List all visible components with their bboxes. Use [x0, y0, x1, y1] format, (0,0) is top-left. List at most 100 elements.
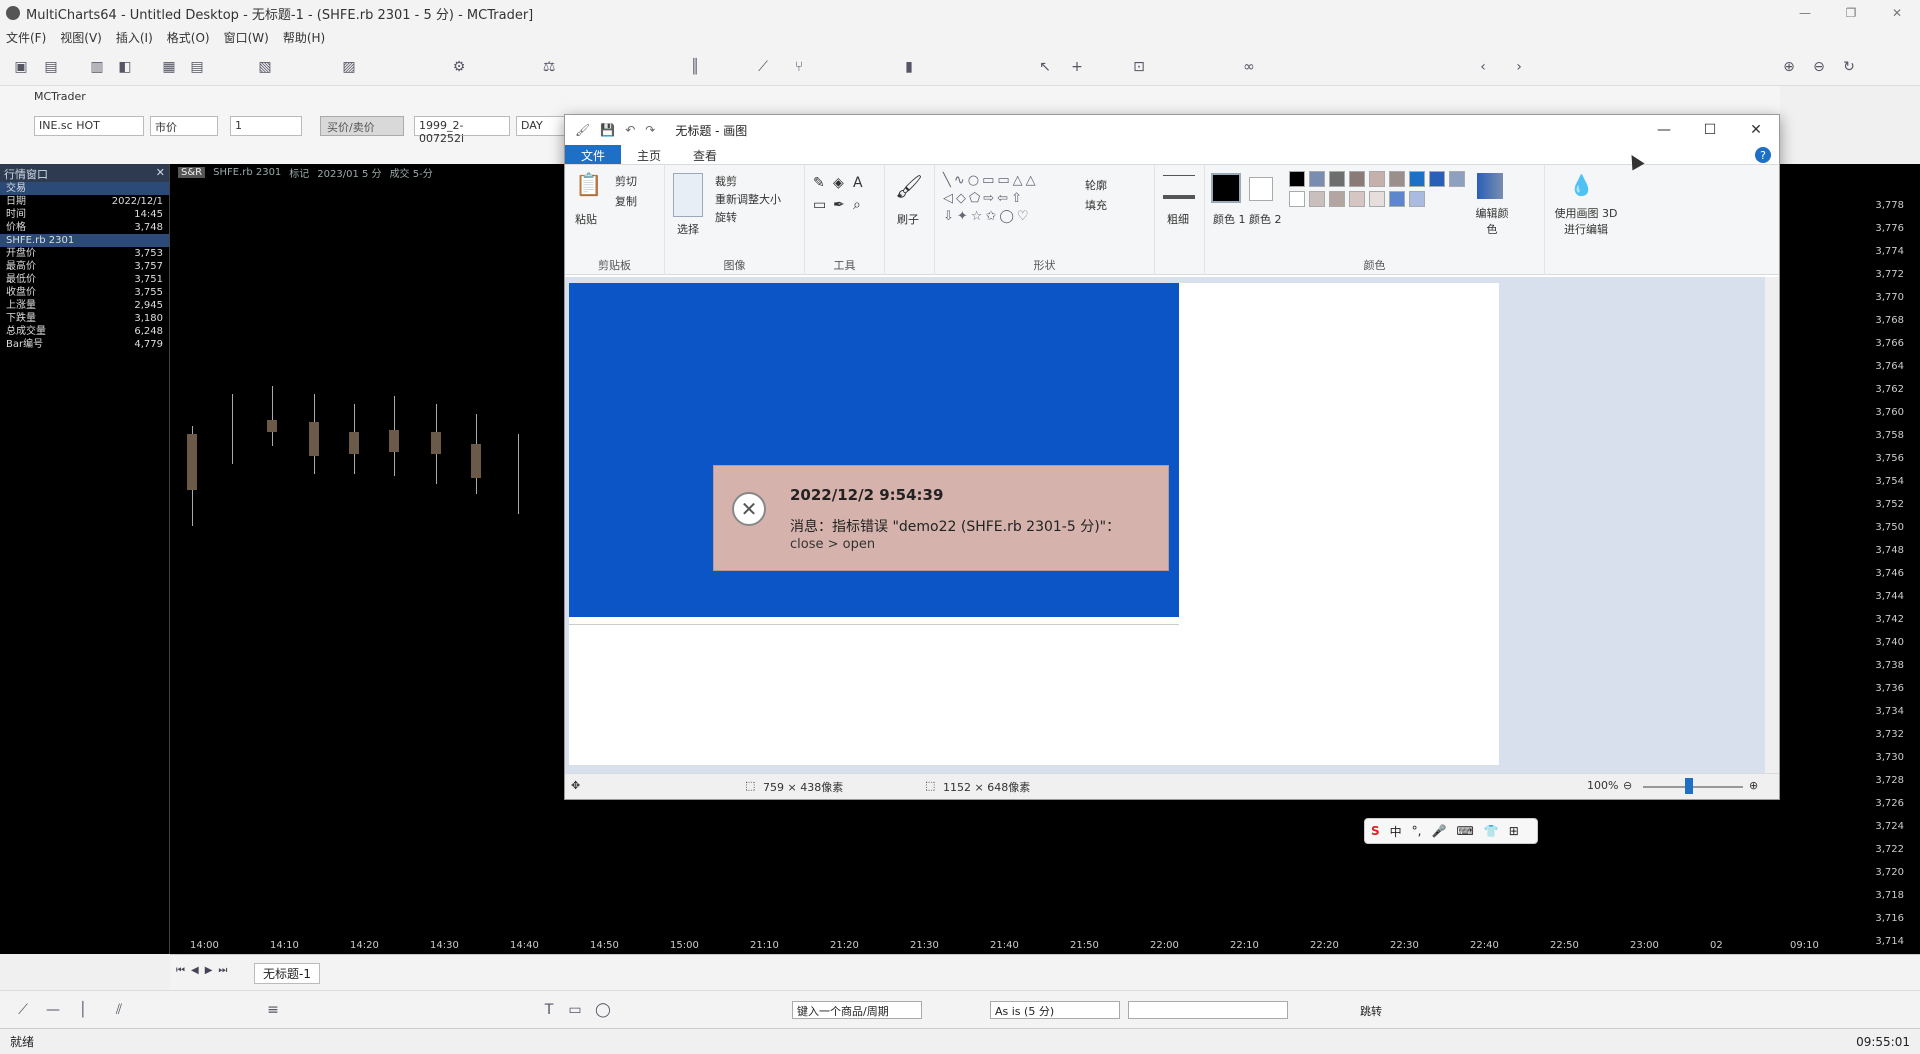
- save-icon[interactable]: 💾: [600, 123, 615, 137]
- shapes-gallery[interactable]: ╲∿○▭▭△△: [943, 173, 1039, 188]
- eraser-icon[interactable]: ▭: [813, 197, 826, 213]
- grid-icon[interactable]: ⊞: [1509, 824, 1519, 838]
- zoom-out-icon[interactable]: ⊖: [1623, 779, 1632, 792]
- select-button[interactable]: 选择: [677, 221, 699, 237]
- arrow-left-icon[interactable]: ‹: [1474, 58, 1492, 76]
- zoom-in-icon[interactable]: ⊕: [1749, 779, 1758, 792]
- palette-swatch[interactable]: [1429, 171, 1445, 187]
- vline-icon[interactable]: │: [74, 1001, 92, 1019]
- list-item[interactable]: 下跌量 3,180: [0, 312, 169, 325]
- zoom-in-icon[interactable]: ⊕: [1780, 58, 1798, 76]
- undo-icon[interactable]: ↶: [625, 123, 635, 137]
- indicator-error-popup[interactable]: ✕ 2022/12/2 9:54:39 消息：指标错误 "demo22 (SHF…: [713, 465, 1169, 571]
- palette-swatch[interactable]: [1369, 191, 1385, 207]
- ime-punctuation[interactable]: °,: [1412, 824, 1422, 838]
- keyboard-icon[interactable]: ⌨: [1456, 824, 1473, 838]
- refresh-icon[interactable]: ↻: [1840, 58, 1858, 76]
- tab-file[interactable]: 文件: [565, 145, 622, 164]
- paste-icon[interactable]: 📋: [575, 173, 602, 198]
- list-item[interactable]: 最低价 3,751: [0, 273, 169, 286]
- palette-swatch[interactable]: [1349, 171, 1365, 187]
- close-icon[interactable]: ✕: [156, 166, 165, 179]
- text-tool-icon[interactable]: T: [540, 1001, 558, 1019]
- trendline-icon[interactable]: ⟋: [14, 1001, 32, 1019]
- tab-nav-arrows[interactable]: ⏮◀▶⏭: [176, 965, 233, 976]
- fib-icon[interactable]: ≡: [264, 1001, 282, 1019]
- zoom-icon[interactable]: ⊡: [1130, 58, 1148, 76]
- list-item[interactable]: 总成交量 6,248: [0, 325, 169, 338]
- redo-icon[interactable]: ↷: [645, 123, 655, 137]
- paint-close-button[interactable]: ✕: [1733, 115, 1779, 145]
- size-icon[interactable]: [1163, 175, 1195, 199]
- list-item[interactable]: 价格 3,748: [0, 221, 169, 234]
- copy-button[interactable]: 复制: [615, 193, 637, 209]
- close-button[interactable]: ✕: [1874, 0, 1920, 26]
- strategy-icon[interactable]: ⚖: [540, 58, 558, 76]
- shapes-gallery-row3[interactable]: ⇩✦☆✩◯♡: [943, 209, 1032, 224]
- select-icon[interactable]: [673, 173, 703, 217]
- color2-swatch[interactable]: [1249, 177, 1273, 201]
- list-item[interactable]: Bar编号 4,779: [0, 338, 169, 351]
- line-icon[interactable]: ⟋: [754, 58, 772, 76]
- jump-button[interactable]: 跳转: [1360, 1003, 1382, 1019]
- new-window-icon[interactable]: ▤: [42, 58, 60, 76]
- fill-icon[interactable]: ◈: [833, 175, 844, 191]
- palette-swatch[interactable]: [1309, 191, 1325, 207]
- zoom-slider-thumb[interactable]: [1685, 778, 1693, 794]
- list-item[interactable]: 最高价 3,757: [0, 260, 169, 273]
- workspace-icon[interactable]: ▦: [160, 58, 178, 76]
- outline-button[interactable]: 轮廓: [1085, 177, 1107, 193]
- bar-chart-icon[interactable]: ║: [686, 58, 704, 76]
- date-input[interactable]: [1128, 1001, 1288, 1019]
- tab-home[interactable]: 主页: [621, 145, 677, 164]
- palette-swatch[interactable]: [1329, 191, 1345, 207]
- zoom-out-icon[interactable]: ⊖: [1810, 58, 1828, 76]
- size-button[interactable]: 粗细: [1167, 211, 1189, 227]
- palette-swatch[interactable]: [1389, 191, 1405, 207]
- list-item[interactable]: 上涨量 2,945: [0, 299, 169, 312]
- list-item[interactable]: 收盘价 3,755: [0, 286, 169, 299]
- quantity-input[interactable]: 1: [230, 116, 302, 136]
- zoom-slider[interactable]: [1643, 786, 1743, 788]
- microphone-icon[interactable]: 🎤: [1432, 824, 1447, 838]
- resolution-select[interactable]: As is (5 分): [990, 1001, 1120, 1019]
- resize-button[interactable]: 重新调整大小: [715, 191, 781, 207]
- skin-icon[interactable]: 👕: [1484, 824, 1499, 838]
- palette-swatch[interactable]: [1409, 171, 1425, 187]
- brush-icon[interactable]: 🖌: [895, 175, 923, 200]
- list-item[interactable]: 时间 14:45: [0, 208, 169, 221]
- list-item[interactable]: 交易: [0, 182, 169, 195]
- arrow-right-icon[interactable]: ›: [1510, 58, 1528, 76]
- paint3d-button[interactable]: 使用画图 3D 进行编辑: [1551, 205, 1621, 237]
- cursor-icon[interactable]: ↖: [1036, 58, 1054, 76]
- ellipse-tool-icon[interactable]: ◯: [594, 1001, 612, 1019]
- page-icon[interactable]: ▤: [188, 58, 206, 76]
- crosshair-icon[interactable]: +: [1068, 58, 1086, 76]
- list-item[interactable]: 日期 2022/12/1: [0, 195, 169, 208]
- indicator-icon[interactable]: ⚙: [450, 58, 468, 76]
- palette-swatch[interactable]: [1369, 171, 1385, 187]
- palette-swatch[interactable]: [1309, 171, 1325, 187]
- scanner-icon[interactable]: ▧: [256, 58, 274, 76]
- fork-icon[interactable]: ⑂: [790, 58, 808, 76]
- chart-tag[interactable]: S&R: [178, 166, 206, 178]
- rectangle-tool-icon[interactable]: ▭: [566, 1001, 584, 1019]
- paint3d-icon[interactable]: 💧: [1569, 173, 1594, 197]
- buy-sell-button[interactable]: 买价/卖价: [320, 116, 404, 136]
- new-chart-icon[interactable]: ▣: [12, 58, 30, 76]
- palette-swatch[interactable]: [1409, 191, 1425, 207]
- channel-icon[interactable]: ⫽: [110, 1001, 128, 1019]
- tab-view[interactable]: 查看: [677, 145, 733, 164]
- save-icon[interactable]: ▥: [88, 58, 106, 76]
- paint-maximize-button[interactable]: ☐: [1687, 115, 1733, 145]
- maximize-button[interactable]: ❐: [1828, 0, 1874, 26]
- canvas-blank[interactable]: [1179, 283, 1499, 625]
- menu-insert[interactable]: 插入(I): [116, 29, 153, 46]
- hline-icon[interactable]: —: [44, 1001, 62, 1019]
- tab-untitled[interactable]: 无标题-1: [254, 963, 320, 984]
- palette-swatch[interactable]: [1449, 171, 1465, 187]
- menu-format[interactable]: 格式(O): [167, 29, 210, 46]
- brush-button[interactable]: 刷子: [897, 211, 919, 227]
- canvas-blank-lower[interactable]: [569, 625, 1499, 765]
- rotate-button[interactable]: 旋转: [715, 209, 737, 225]
